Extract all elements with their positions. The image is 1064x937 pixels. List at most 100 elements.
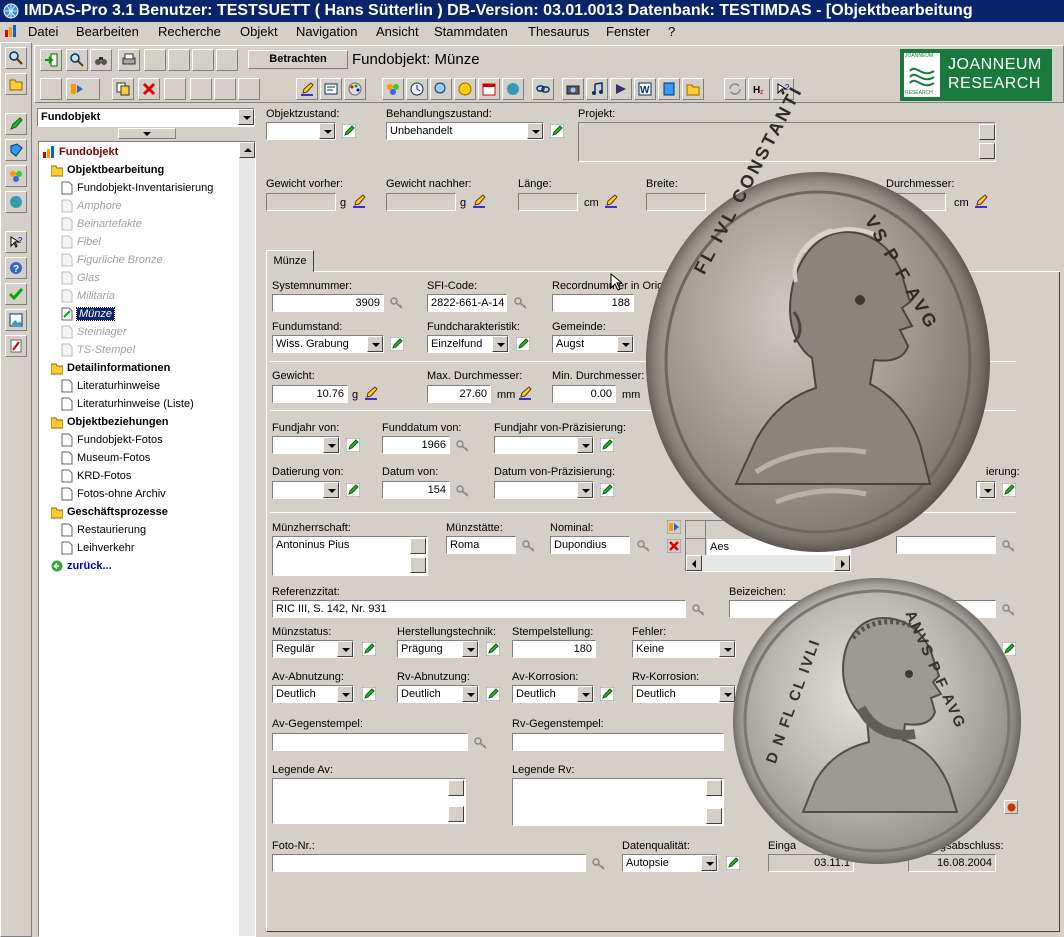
tree-collapse-button[interactable]	[118, 128, 176, 139]
check-button[interactable]	[5, 283, 27, 305]
scroll-left-button[interactable]	[686, 555, 702, 571]
legende-av-field[interactable]	[272, 778, 466, 824]
projekt-scroll-up[interactable]	[979, 124, 995, 140]
chevron-down-icon[interactable]	[319, 123, 335, 139]
link-button[interactable]	[532, 78, 554, 100]
recordnummer-field[interactable]: 188	[552, 294, 634, 312]
gewicht-nachher-field[interactable]	[386, 193, 456, 211]
edit-icon[interactable]	[346, 483, 360, 497]
muenzstaette-field[interactable]: Roma	[446, 536, 516, 554]
measure-edit-icon[interactable]	[518, 386, 532, 400]
fundcharakteristik-select[interactable]: Einzelfund	[427, 335, 509, 353]
max-durchmesser-field[interactable]: 27.60	[427, 385, 491, 403]
book-button[interactable]	[5, 139, 27, 161]
tree-item[interactable]: Literaturhinweise (Liste)	[61, 396, 194, 412]
globe-button[interactable]	[5, 191, 27, 213]
tree-root[interactable]: Fundobjekt	[43, 144, 118, 160]
chevron-down-icon[interactable]	[323, 482, 339, 498]
edit-icon[interactable]	[390, 337, 404, 351]
gewicht-field[interactable]: 10.76	[272, 385, 348, 403]
muenzherrschaft-field[interactable]: Antoninus Pius	[272, 536, 428, 576]
form-button[interactable]	[320, 78, 342, 100]
delete-button[interactable]	[138, 78, 160, 100]
chevron-down-icon[interactable]	[577, 686, 593, 702]
menu-objekt[interactable]: Objekt	[240, 22, 278, 41]
chart-icon[interactable]	[4, 24, 18, 38]
tree-item[interactable]: Fundobjekt-Inventarisierung	[61, 180, 213, 196]
tree-item[interactable]: zurück...	[51, 558, 112, 574]
video-button[interactable]	[610, 78, 632, 100]
music-button[interactable]	[586, 78, 608, 100]
tree-item[interactable]: Fundobjekt-Fotos	[61, 432, 163, 448]
funddatum-von-field[interactable]: 1966	[382, 436, 450, 454]
muenzherrschaft-scroll-down[interactable]	[410, 557, 426, 573]
help-pointer-button[interactable]: ?	[5, 231, 27, 253]
help-button[interactable]: ?	[5, 257, 27, 279]
tree-item[interactable]: Objektbeziehungen	[51, 414, 168, 430]
find-button[interactable]	[66, 49, 88, 71]
blank-button-1[interactable]	[144, 49, 166, 71]
edit-icon[interactable]	[486, 642, 500, 656]
edit-icon[interactable]	[516, 337, 530, 351]
edit-icon[interactable]	[600, 483, 614, 497]
blank-button-5[interactable]	[190, 78, 212, 100]
chevron-down-icon[interactable]	[337, 686, 353, 702]
menu-thesaurus[interactable]: Thesaurus	[528, 22, 589, 41]
legende-rv-scroll-up[interactable]	[706, 780, 722, 796]
tree-scrollbar[interactable]	[239, 142, 255, 936]
muenzstatus-select[interactable]: Regulär	[272, 640, 354, 658]
grid-hscrollbar[interactable]	[686, 555, 850, 571]
nominal-field[interactable]: Dupondius	[550, 536, 630, 554]
tree-item[interactable]: Literaturhinweise	[61, 378, 160, 394]
menu-fenster[interactable]: Fenster	[606, 22, 650, 41]
systemnummer-field[interactable]: 3909	[272, 294, 384, 312]
chevron-down-icon[interactable]	[367, 336, 383, 352]
edit-record-button[interactable]	[296, 78, 318, 100]
notes-button[interactable]	[5, 335, 27, 357]
behandlungszustand-select[interactable]: Unbehandelt	[386, 122, 544, 140]
folder-button[interactable]	[5, 73, 27, 95]
chevron-down-icon[interactable]	[577, 482, 593, 498]
web-button[interactable]	[502, 78, 524, 100]
projekt-scroll-down[interactable]	[979, 143, 995, 159]
datenqualitaet-select[interactable]: Autopsie	[622, 854, 718, 872]
sfi-code-field[interactable]: 2822-661-A-14	[427, 294, 507, 312]
fehler-select[interactable]: Keine	[632, 640, 736, 658]
edit-button[interactable]	[5, 113, 27, 135]
tree-item[interactable]: Leihverkehr	[61, 540, 134, 556]
menu-help[interactable]: ?	[668, 22, 675, 41]
fundjahr-von-select[interactable]	[272, 436, 340, 454]
tree-item[interactable]: Münze	[61, 306, 116, 322]
chevron-down-icon[interactable]	[462, 641, 478, 657]
datum-von-field[interactable]: 154	[382, 481, 450, 499]
betrachten-button[interactable]: Betrachten	[248, 50, 348, 69]
chevron-down-icon[interactable]	[238, 109, 254, 125]
word-button[interactable]: W	[634, 78, 656, 100]
refresh-button[interactable]	[724, 78, 746, 100]
image-button[interactable]	[5, 309, 27, 331]
edit-icon[interactable]	[1002, 483, 1016, 497]
new-button[interactable]	[40, 78, 62, 100]
search-button[interactable]	[5, 47, 27, 69]
tree-item[interactable]: Restaurierung	[61, 522, 146, 538]
text-style-button[interactable]: Hz	[748, 78, 770, 100]
book-blue-button[interactable]	[658, 78, 680, 100]
legende-rv-field[interactable]	[512, 778, 724, 826]
av-gegenstempel-field[interactable]	[272, 733, 468, 751]
menu-ansicht[interactable]: Ansicht	[376, 22, 419, 41]
coin-button[interactable]	[454, 78, 476, 100]
fundumstand-select[interactable]: Wiss. Grabung	[272, 335, 384, 353]
tree-item[interactable]: Objektbearbeitung	[51, 162, 164, 178]
edit-icon[interactable]	[550, 124, 564, 138]
copy-button[interactable]	[112, 78, 134, 100]
av-korrosion-select[interactable]: Deutlich	[512, 685, 594, 703]
chevron-down-icon[interactable]	[527, 123, 543, 139]
edit-icon[interactable]	[362, 642, 376, 656]
scroll-up-button[interactable]	[239, 142, 255, 158]
undo-button[interactable]	[164, 78, 186, 100]
binoculars-button[interactable]	[90, 49, 112, 71]
menu-bearbeiten[interactable]: Bearbeiten	[76, 22, 139, 41]
referenzzitat-field[interactable]: RIC III, S. 142, Nr. 931	[272, 600, 686, 618]
objektzustand-select[interactable]	[266, 122, 336, 140]
menu-recherche[interactable]: Recherche	[158, 22, 221, 41]
